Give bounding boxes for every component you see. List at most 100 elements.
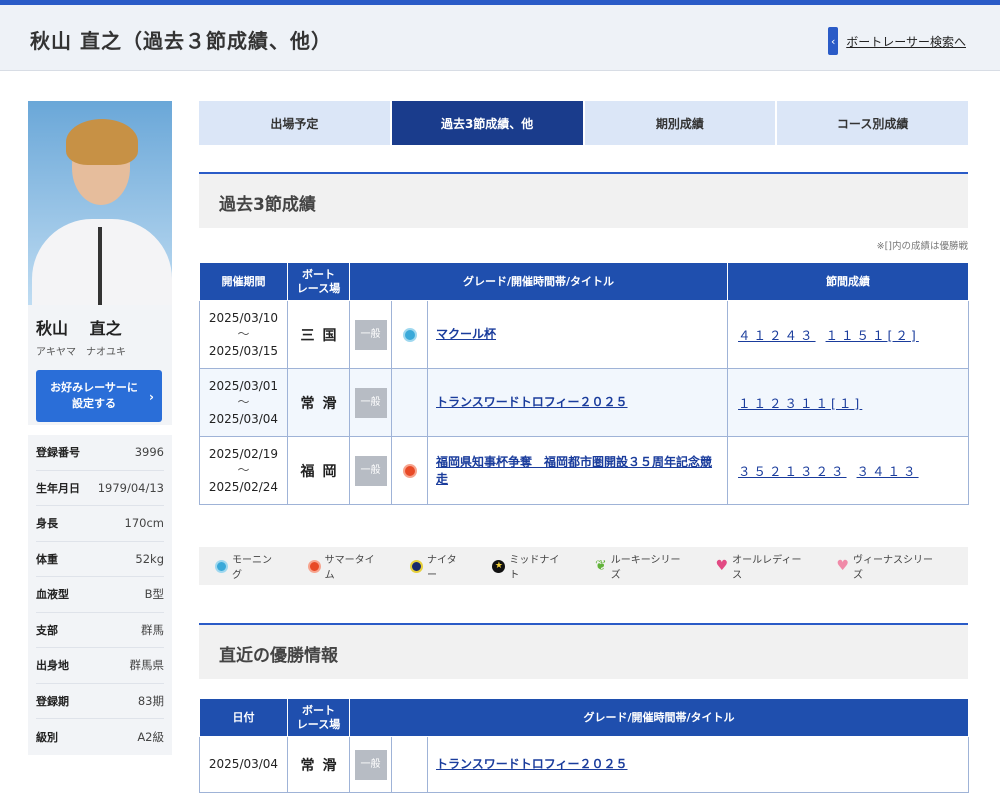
racer-name-box: 秋山 直之 アキヤマ ナオユキ — [28, 305, 172, 370]
time-icon-cell — [391, 368, 428, 437]
page-header: 秋山 直之（過去３節成績、他） ‹ ボートレーサー検索へ — [0, 5, 1000, 71]
legend-item: ♥ オールレディース — [715, 555, 802, 581]
result-link[interactable]: ３４１３ — [857, 464, 919, 479]
nighter-icon — [410, 559, 424, 573]
racer-photo — [28, 101, 172, 305]
table-row: 2025/02/19 ～ 2025/02/24 福岡 一般 福岡県知事杯争奪 福岡都市圏開… — [199, 436, 970, 505]
period-cell: 2025/03/10 ～ 2025/03/15 — [199, 300, 288, 369]
result-link[interactable]: １１５１[２] — [826, 328, 919, 343]
morning-icon — [402, 327, 417, 342]
title-cell: トランスワードトロフィー２０２５ — [426, 368, 729, 437]
info-row: 生年月日 1979/04/13 — [36, 471, 164, 506]
legend-item: ♥ ヴィーナスシリーズ — [836, 555, 934, 581]
col-results: 節間成績 — [727, 262, 970, 301]
racer-kana: アキヤマ ナオユキ — [36, 347, 126, 358]
racer-name: 秋山 直之 — [36, 319, 122, 338]
grade-badge: 一般 — [354, 749, 387, 780]
past3-table: 開催期間 ボート レース場 グレード/開催時間帯/タイトル 節間成績 2025/… — [199, 262, 970, 505]
results-cell: ４１２４３ １１５１[２] — [727, 300, 970, 369]
info-value: 群馬 — [141, 622, 164, 637]
tab-1[interactable]: 過去3節成績、他 — [391, 101, 585, 145]
racer-profile: 秋山 直之 アキヤマ ナオユキ お好みレーサーに 設定する › 登録番号 3996… — [28, 101, 172, 755]
info-row: 登録番号 3996 — [36, 435, 164, 471]
tab-2[interactable]: 期別成績 — [584, 101, 778, 145]
info-key: 登録期 — [36, 694, 69, 708]
table-row: 2025/03/10 ～ 2025/03/15 三国 一般 マクール杯 ４１２４３ １１５１[… — [199, 300, 970, 369]
results-cell: １１２３１１[１] — [727, 368, 970, 437]
date-cell: 2025/03/04 — [199, 736, 288, 793]
finals-note: ※[]内の成績は優勝戦 — [876, 241, 968, 252]
info-row: 出身地 群馬県 — [36, 648, 164, 684]
info-value: 170cm — [124, 516, 164, 531]
race-title-link[interactable]: マクール杯 — [436, 327, 496, 341]
time-icon-cell — [391, 736, 428, 793]
info-value: 83期 — [137, 693, 164, 708]
venue-cell: 常滑 — [287, 368, 350, 437]
racer-search-link[interactable]: ボートレーサー検索へ — [846, 33, 966, 50]
grade-cell: 一般 — [349, 300, 392, 369]
race-title-link[interactable]: 福岡県知事杯争奪 福岡都市圏開設３５周年記念競走 — [436, 455, 712, 486]
info-key: 登録番号 — [36, 446, 80, 460]
results-cell: ３５２１３２３ ３４１３ — [727, 436, 970, 505]
tab-0[interactable]: 出場予定 — [199, 101, 392, 145]
info-key: 血液型 — [36, 588, 69, 602]
time-icon-cell — [391, 436, 428, 505]
info-value: A2級 — [137, 729, 164, 744]
info-key: 生年月日 — [36, 481, 80, 495]
racer-info-list: 登録番号 3996 生年月日 1979/04/13 身長 170cm 体重 52kg 血液型 B型… — [28, 435, 172, 755]
venue-cell: 福岡 — [287, 436, 350, 505]
table-row: 2025/03/01 ～ 2025/03/04 常滑 一般 トランスワードトロフィー２０２… — [199, 368, 970, 437]
grade-cell: 一般 — [349, 436, 392, 505]
favorite-racer-button[interactable]: お好みレーサーに 設定する › — [36, 370, 162, 422]
favorite-button-label: お好みレーサーに 設定する — [50, 380, 138, 411]
race-title-link[interactable]: トランスワードトロフィー２０２５ — [436, 395, 628, 409]
title-cell: トランスワードトロフィー２０２５ — [426, 736, 970, 793]
past3-section-header: 過去3節成績 — [199, 172, 968, 228]
info-key: 出身地 — [36, 659, 69, 673]
rookie-icon: ❦ — [595, 558, 607, 574]
period-cell: 2025/02/19 ～ 2025/02/24 — [199, 436, 288, 505]
grade-badge: 一般 — [354, 319, 387, 350]
wins-section-header: 直近の優勝情報 — [199, 623, 968, 679]
result-link[interactable]: ３５２１３２３ — [738, 464, 847, 479]
wins-table: 日付 ボート レース場 グレード/開催時間帯/タイトル 2025/03/04 常滑… — [199, 698, 970, 793]
wins-title: 直近の優勝情報 — [219, 646, 338, 666]
grade-cell: 一般 — [349, 736, 392, 793]
morning-icon — [215, 559, 228, 573]
info-key: 支部 — [36, 623, 58, 637]
info-value: 52kg — [135, 551, 164, 566]
tab-3[interactable]: コース別成績 — [777, 101, 968, 145]
result-link[interactable]: ４１２４３ — [738, 328, 816, 343]
info-value: 3996 — [134, 445, 164, 460]
col-grade: グレード/開催時間帯/タイトル — [348, 262, 729, 301]
info-value: B型 — [144, 587, 164, 602]
col-venue: ボート レース場 — [287, 262, 350, 301]
page-title: 秋山 直之（過去３節成績、他） — [30, 29, 332, 53]
venue-cell: 常滑 — [287, 736, 350, 793]
venue-cell: 三国 — [287, 300, 350, 369]
chevron-right-icon: › — [149, 390, 154, 404]
info-row: 支部 群馬 — [36, 613, 164, 648]
title-cell: マクール杯 — [426, 300, 729, 369]
past3-title: 過去3節成績 — [219, 195, 316, 215]
summer-time-icon — [307, 559, 321, 573]
result-link[interactable]: １１２３１１[１] — [738, 396, 862, 411]
legend-bar: モーニング サマータイム ナイター ★ ミッドナイト ❦ ルーキーシリーズ ♥ オールレディース… — [199, 547, 968, 585]
legend-item: ★ ミッドナイト — [492, 551, 569, 581]
period-cell: 2025/03/01 ～ 2025/03/04 — [199, 368, 288, 437]
info-key: 体重 — [36, 552, 58, 566]
info-row: 級別 A2級 — [36, 719, 164, 755]
racer-search[interactable]: ‹ ボートレーサー検索へ — [828, 27, 966, 55]
col-venue: ボート レース場 — [287, 698, 350, 737]
title-cell: 福岡県知事杯争奪 福岡都市圏開設３５周年記念競走 — [426, 436, 729, 505]
legend-item: ❦ ルーキーシリーズ — [595, 555, 681, 581]
legend-item: ナイター — [410, 551, 466, 581]
col-grade: グレード/開催時間帯/タイトル — [348, 698, 970, 737]
info-row: 血液型 B型 — [36, 577, 164, 613]
venus-icon: ♥ — [836, 558, 850, 574]
info-key: 級別 — [36, 730, 58, 744]
chevron-left-icon: ‹ — [828, 27, 839, 55]
legend-item: モーニング — [215, 551, 282, 581]
time-icon-cell — [391, 300, 428, 369]
race-title-link[interactable]: トランスワードトロフィー２０２５ — [436, 757, 628, 771]
